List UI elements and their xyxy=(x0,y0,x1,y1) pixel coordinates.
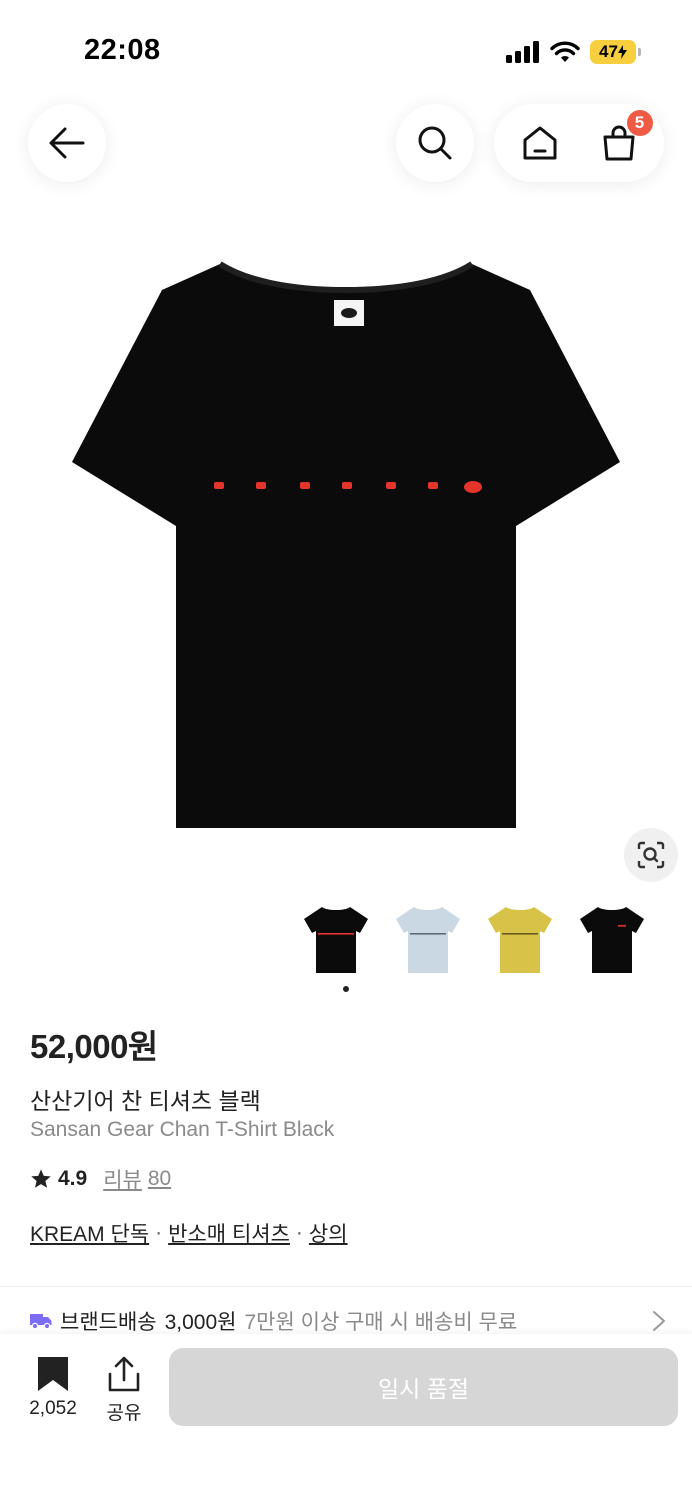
shipping-brand-label: 브랜드배송 xyxy=(60,1311,157,1334)
star-icon xyxy=(31,1169,51,1188)
status-icons: 47 xyxy=(506,38,641,66)
status-bar: 22:08 47 xyxy=(0,0,692,100)
share-button[interactable]: 공유 xyxy=(96,1356,152,1425)
home-cart-pill: 5 xyxy=(494,104,664,182)
bookmark-icon xyxy=(38,1357,68,1391)
lens-search-button[interactable] xyxy=(624,828,678,882)
sold-out-button[interactable]: 일시 품절 xyxy=(169,1348,678,1426)
breadcrumb-kream-exclusive[interactable]: KREAM 단독 xyxy=(30,1218,149,1248)
status-time: 22:08 xyxy=(84,34,161,66)
carousel-page-indicator xyxy=(343,986,349,992)
battery-level: 47 xyxy=(599,42,618,61)
lens-search-icon xyxy=(637,841,665,869)
chevron-right-icon xyxy=(653,1311,665,1331)
shipping-free-note: 7만원 이상 구매 시 배송비 무료 xyxy=(244,1311,518,1334)
section-divider xyxy=(0,1286,692,1287)
product-image[interactable] xyxy=(60,250,632,840)
cart-count-badge: 5 xyxy=(626,110,653,136)
thumbnail-tshirt-icon xyxy=(580,907,644,973)
share-icon xyxy=(108,1356,140,1392)
rating-row: 4.9 리뷰 80 xyxy=(30,1164,171,1194)
thumbnail-yellow[interactable] xyxy=(484,898,556,982)
share-label: 공유 xyxy=(106,1403,142,1424)
signal-icon xyxy=(506,41,539,63)
truck-icon xyxy=(30,1314,52,1329)
category-breadcrumb: KREAM 단독 · 반소매 티셔츠 · 상의 xyxy=(30,1218,348,1248)
search-icon xyxy=(418,126,452,160)
tshirt-illustration xyxy=(72,261,620,828)
breadcrumb-separator: · xyxy=(155,1221,163,1244)
bookmark-button[interactable]: 2,052 xyxy=(20,1356,86,1420)
thumbnail-black-pocket[interactable] xyxy=(576,898,648,982)
thumbnail-tshirt-icon xyxy=(304,907,368,973)
breadcrumb-tops[interactable]: 상의 xyxy=(309,1218,348,1248)
back-button[interactable] xyxy=(28,104,106,182)
thumbnail-black-print[interactable] xyxy=(300,898,372,982)
search-button[interactable] xyxy=(396,104,474,182)
breadcrumb-short-sleeve-tshirt[interactable]: 반소매 티셔츠 xyxy=(168,1218,290,1248)
rating-value: 4.9 xyxy=(58,1167,88,1190)
product-name-korean: 산산기어 찬 티셔츠 블랙 xyxy=(30,1088,261,1114)
breadcrumb-separator: · xyxy=(295,1221,303,1244)
wifi-icon xyxy=(550,41,580,62)
thumbnail-tshirt-icon xyxy=(488,907,552,973)
back-arrow-icon xyxy=(49,127,85,159)
review-link-label[interactable]: 리뷰 xyxy=(103,1164,142,1194)
home-icon xyxy=(523,126,556,160)
color-thumbnails xyxy=(300,898,648,982)
home-button[interactable] xyxy=(510,113,570,173)
bottom-action-bar: 2,052 공유 일시 품절 xyxy=(0,1334,692,1500)
cart-button[interactable]: 5 xyxy=(589,110,653,173)
thumbnail-light-blue[interactable] xyxy=(392,898,464,982)
shipping-fee: 3,000원 xyxy=(164,1311,237,1334)
product-name-english: Sansan Gear Chan T-Shirt Black xyxy=(30,1118,335,1141)
battery-indicator: 47 xyxy=(590,40,641,64)
product-price: 52,000원 xyxy=(30,1028,158,1065)
review-count[interactable]: 80 xyxy=(148,1167,171,1191)
charging-bolt-icon xyxy=(617,45,627,59)
shipping-info-row[interactable]: 브랜드배송 3,000원 7만원 이상 구매 시 배송비 무료 xyxy=(30,1306,670,1336)
bookmark-count: 2,052 xyxy=(29,1398,77,1419)
thumbnail-tshirt-icon xyxy=(396,907,460,973)
